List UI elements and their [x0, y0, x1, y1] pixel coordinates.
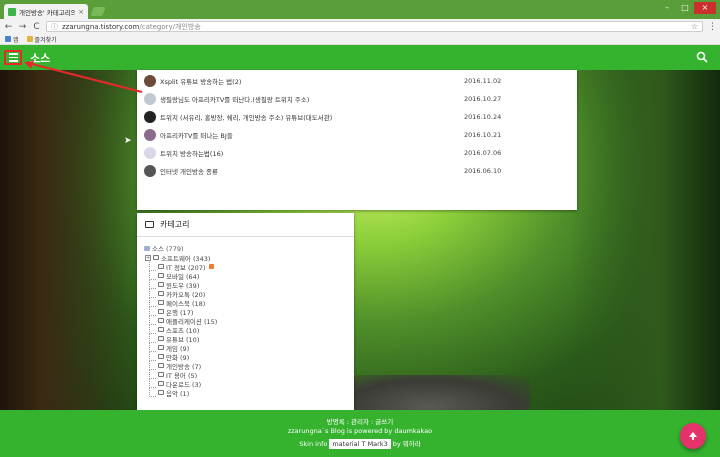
tab-close-icon[interactable]: × [78, 8, 84, 16]
star-icon [26, 36, 33, 42]
folder-icon [145, 221, 154, 228]
browser-menu-button[interactable]: ⋮ [708, 22, 717, 32]
folder-icon [158, 372, 164, 377]
browser-toolbar: ← → C ⓘ zzarungna.tistory.com/category/개… [0, 19, 720, 34]
browser-tab[interactable]: 개인방송' 카테고리의 글 × [4, 4, 88, 19]
folder-icon [158, 273, 164, 278]
folder-icon [158, 363, 164, 368]
page-info-icon[interactable]: ⓘ [51, 22, 58, 32]
post-title[interactable]: 인터넷 개인방송 종류 [160, 166, 218, 176]
post-thumbnail [144, 164, 156, 177]
bookmark-star-icon[interactable]: ☆ [691, 22, 698, 31]
expand-toggle-icon[interactable]: + [145, 254, 151, 261]
menu-line [8, 60, 18, 62]
search-icon[interactable] [696, 51, 708, 63]
folder-icon [158, 291, 164, 296]
post-item[interactable]: 인터넷 개인방송 종류 2016.06.10 [144, 162, 564, 179]
bookmarks-bar: 앱 즐겨찾기 [0, 34, 720, 45]
favicon-icon [8, 7, 16, 16]
window-controls: – □ × [658, 2, 716, 14]
category-header: 카테고리 [137, 213, 354, 237]
folder-icon [158, 336, 164, 341]
close-window-button[interactable]: × [694, 2, 716, 14]
tab-title: 개인방송' 카테고리의 글 [19, 8, 76, 17]
folder-icon [158, 345, 164, 350]
folder-icon [158, 381, 164, 386]
post-item[interactable]: 트위치 (서유리, 홍방장, 쉐리, 개인방송 주소) 유튜브(대도서관) 20… [144, 108, 564, 125]
arrow-up-icon [689, 432, 697, 440]
post-thumbnail [144, 146, 156, 159]
post-thumbnail [144, 110, 156, 123]
root-folder-icon [144, 245, 150, 251]
post-date: 2016.06.10 [464, 166, 502, 175]
menu-line [8, 56, 18, 59]
page-viewport: 소스 Xsplit 유튜브 방송하는 법(2) 2016.11.02 생필랑님도… [0, 45, 720, 457]
folder-icon [158, 309, 164, 314]
minimize-button[interactable]: – [658, 2, 676, 14]
post-date: 2016.10.21 [464, 130, 502, 139]
post-title[interactable]: 트위치 방송하는법(16) [160, 148, 223, 158]
address-bar[interactable]: ⓘ zzarungna.tistory.com/category/개인방송 ☆ [46, 21, 703, 32]
site-footer: 방명록 : 관리자 : 글쓰기 zzarungna`s Blog is powe… [0, 410, 720, 457]
folder-icon [158, 264, 164, 269]
footer-links[interactable]: 방명록 : 관리자 : 글쓰기 [0, 416, 720, 426]
mouse-cursor-icon: ➤ [124, 136, 132, 146]
app-bar: 소스 [0, 45, 720, 70]
post-item[interactable]: Xsplit 유튜브 방송하는 법(2) 2016.11.02 [144, 72, 564, 89]
post-title[interactable]: 트위치 (서유리, 홍방장, 쉐리, 개인방송 주소) 유튜브(대도서관) [160, 112, 332, 122]
site-title[interactable]: 소스 [30, 50, 50, 66]
menu-line [8, 53, 18, 55]
background-road [330, 375, 530, 415]
post-list-card: Xsplit 유튜브 방송하는 법(2) 2016.11.02 생필랑님도 아프… [137, 70, 577, 210]
folder-icon [158, 327, 164, 332]
maximize-button[interactable]: □ [676, 2, 694, 14]
footer-powered-by: zzarungna`s Blog is powered by daumkakao [287, 427, 433, 435]
post-date: 2016.11.02 [464, 76, 502, 85]
post-thumbnail [144, 128, 156, 141]
url-text: zzarungna.tistory.com/category/개인방송 [62, 22, 201, 31]
folder-icon [158, 282, 164, 287]
category-item[interactable]: 음악 (1) [145, 388, 189, 398]
post-item[interactable]: 아프리카TV를 떠나는 BJ들 2016.10.21 [144, 126, 564, 143]
background-forest-left [0, 45, 140, 415]
forward-button[interactable]: → [18, 22, 27, 32]
post-title[interactable]: 아프리카TV를 떠나는 BJ들 [160, 130, 233, 140]
post-item[interactable]: 생필랑님도 아프리카TV를 떠난다.(생필랑 트위치 주소) 2016.10.2… [144, 90, 564, 107]
bookmark-apps[interactable]: 앱 [5, 35, 19, 44]
new-tab-button[interactable] [90, 7, 106, 16]
post-thumbnail [144, 92, 156, 105]
category-root[interactable]: 소스 (779) [144, 243, 184, 253]
post-title[interactable]: 생필랑님도 아프리카TV를 떠난다.(생필랑 트위치 주소) [160, 94, 309, 104]
background-forest-right [570, 45, 720, 415]
new-badge-icon [209, 264, 215, 269]
scroll-top-button[interactable] [680, 423, 706, 449]
post-date: 2016.07.06 [464, 148, 502, 157]
apps-icon [5, 36, 11, 42]
post-date: 2016.10.24 [464, 112, 502, 121]
post-title[interactable]: Xsplit 유튜브 방송하는 법(2) [160, 76, 241, 86]
bookmark-favorites[interactable]: 즐겨찾기 [26, 35, 57, 44]
post-date: 2016.10.27 [464, 94, 502, 103]
reload-button[interactable]: C [32, 22, 41, 32]
hamburger-menu-button[interactable] [4, 50, 22, 65]
category-title: 카테고리 [160, 220, 190, 229]
footer-skin-info: Skin info material T Mark3 by 뭐하라 [299, 439, 421, 449]
back-button[interactable]: ← [4, 22, 13, 32]
post-thumbnail [144, 74, 156, 87]
browser-tabstrip: 개인방송' 카테고리의 글 × – □ × [0, 0, 720, 19]
folder-icon [158, 390, 164, 395]
category-card: 카테고리 소스 (779) + 소프트웨어 (343) IT 정보 (207) … [137, 213, 354, 443]
skin-name-link[interactable]: material T Mark3 [329, 439, 391, 449]
folder-icon [158, 354, 164, 359]
folder-icon [158, 318, 164, 323]
folder-icon [158, 300, 164, 305]
post-item[interactable]: 트위치 방송하는법(16) 2016.07.06 [144, 144, 564, 161]
folder-icon [153, 255, 159, 260]
